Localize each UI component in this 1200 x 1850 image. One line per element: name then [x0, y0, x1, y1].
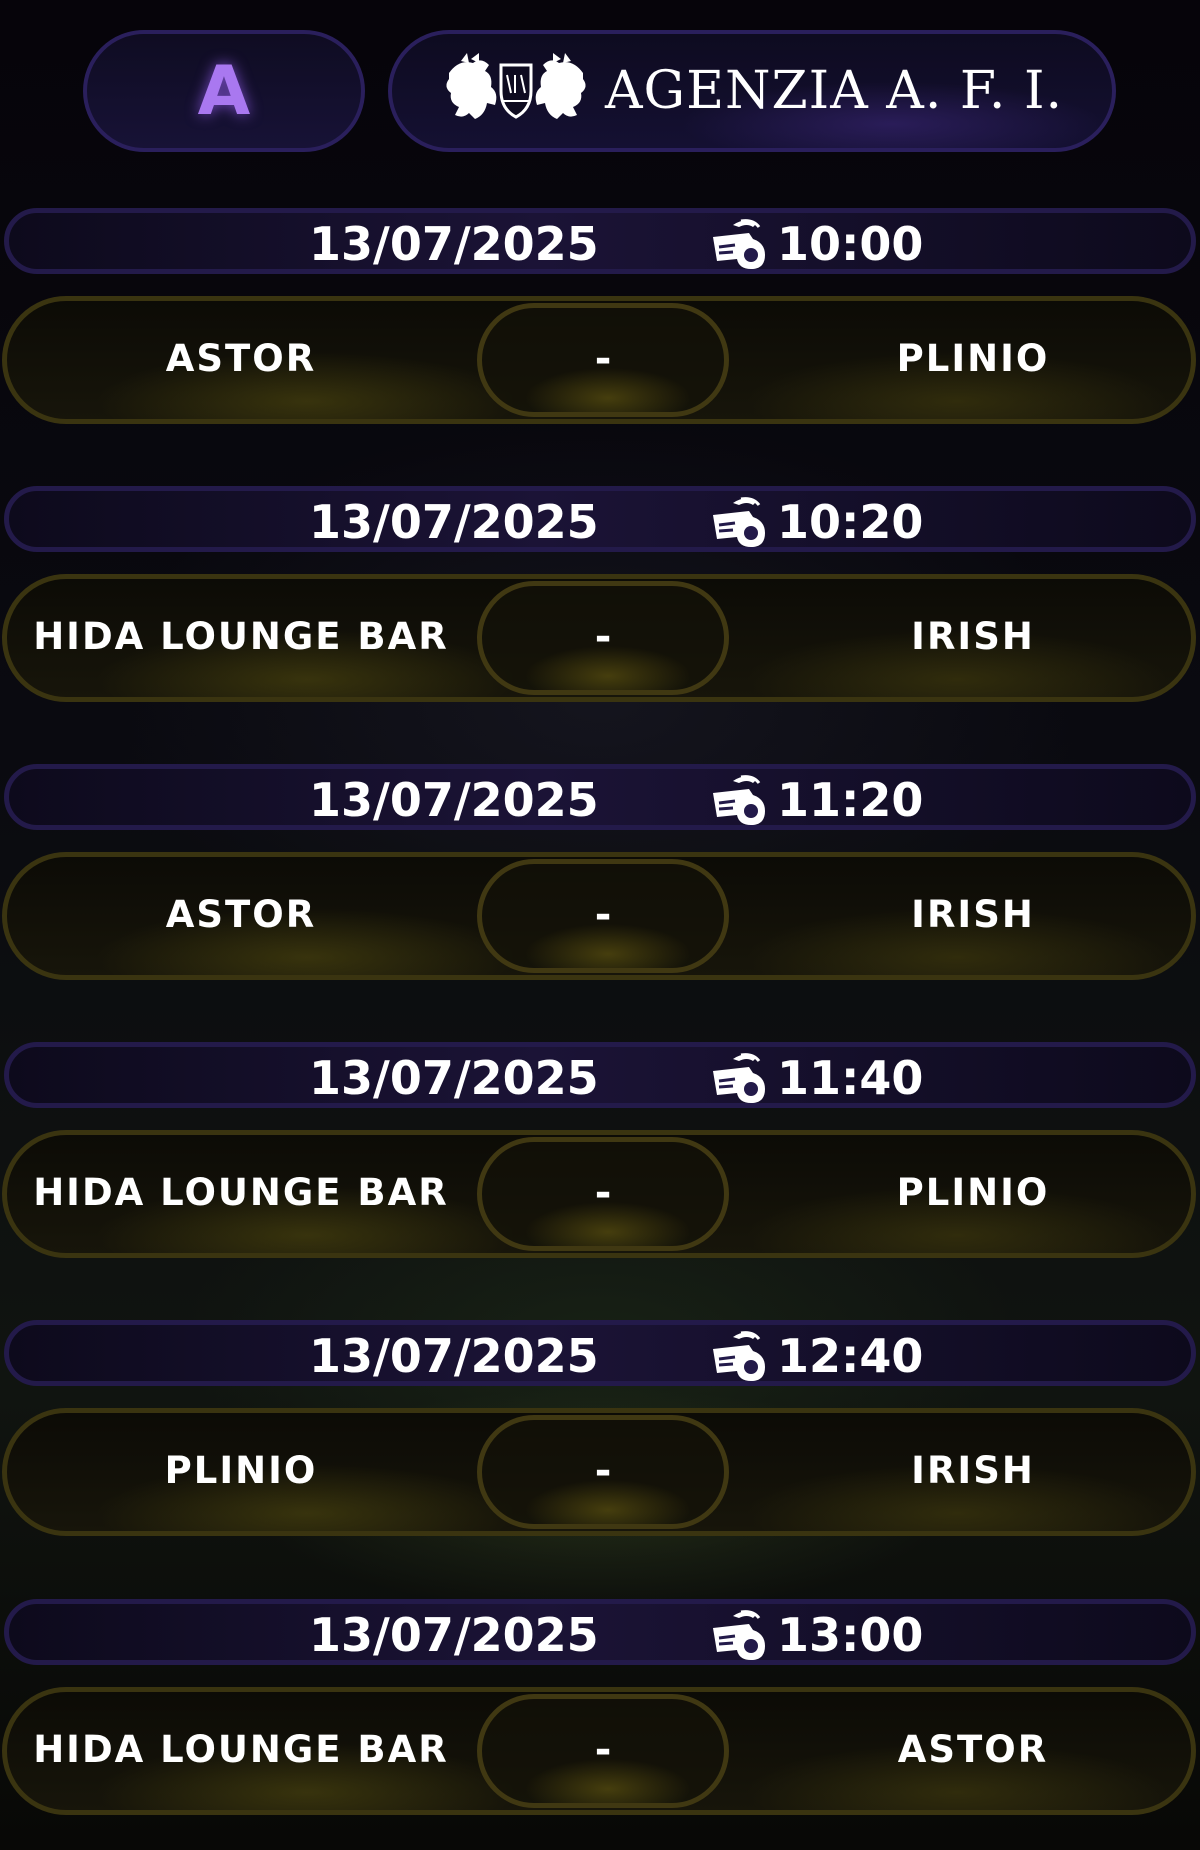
away-team: IRISH — [911, 1449, 1035, 1492]
home-team: ASTOR — [165, 893, 317, 936]
date-time-bar: 13/07/2025 10:20 — [4, 486, 1196, 552]
teams-bar: HIDA LOUNGE BAR - ASTOR — [2, 1687, 1196, 1815]
home-team: HIDA LOUNGE BAR — [33, 1728, 449, 1771]
whistle-icon — [713, 1610, 765, 1660]
whistle-icon — [713, 497, 765, 547]
date-time-bar: 13/07/2025 11:40 — [4, 1042, 1196, 1108]
whistle-icon — [713, 1331, 765, 1381]
home-team: HIDA LOUNGE BAR — [33, 1171, 449, 1214]
date-time-bar: 13/07/2025 11:20 — [4, 764, 1196, 830]
match-card: 13/07/2025 12:40 PLINIO - IRISH — [0, 1320, 1200, 1540]
match-date: 13/07/2025 — [309, 1329, 599, 1383]
away-team: IRISH — [911, 615, 1035, 658]
match-card: 13/07/2025 10:00 ASTOR - PLINIO — [0, 208, 1200, 428]
match-time: 11:40 — [777, 1051, 924, 1105]
score: - — [594, 1448, 612, 1494]
home-team: HIDA LOUNGE BAR — [33, 615, 449, 658]
header: A AGENZIA A. F. I. — [0, 28, 1200, 158]
date-time-bar: 13/07/2025 10:00 — [4, 208, 1196, 274]
match-time: 10:00 — [777, 217, 924, 271]
match-time: 12:40 — [777, 1329, 924, 1383]
match-card: 13/07/2025 13:00 HIDA LOUNGE BAR - ASTOR — [0, 1599, 1200, 1819]
score: - — [594, 892, 612, 938]
match-card: 13/07/2025 10:20 HIDA LOUNGE BAR - IRISH — [0, 486, 1200, 706]
away-team: PLINIO — [896, 337, 1050, 380]
score: - — [594, 614, 612, 660]
group-badge: A — [83, 30, 365, 152]
home-team: ASTOR — [165, 337, 317, 380]
teams-bar: PLINIO - IRISH — [2, 1408, 1196, 1536]
brand-banner: AGENZIA A. F. I. — [388, 30, 1116, 152]
match-time: 11:20 — [777, 773, 924, 827]
match-date: 13/07/2025 — [309, 1608, 599, 1662]
whistle-icon — [713, 219, 765, 269]
score: - — [594, 1170, 612, 1216]
teams-bar: ASTOR - PLINIO — [2, 296, 1196, 424]
teams-bar: HIDA LOUNGE BAR - PLINIO — [2, 1130, 1196, 1258]
whistle-icon — [713, 1053, 765, 1103]
teams-bar: HIDA LOUNGE BAR - IRISH — [2, 574, 1196, 702]
match-card: 13/07/2025 11:20 ASTOR - IRISH — [0, 764, 1200, 984]
group-letter: A — [197, 51, 251, 131]
teams-bar: ASTOR - IRISH — [2, 852, 1196, 980]
date-time-bar: 13/07/2025 13:00 — [4, 1599, 1196, 1665]
griffin-crest-icon — [446, 53, 586, 119]
brand-name: AGENZIA A. F. I. — [604, 61, 1064, 121]
match-date: 13/07/2025 — [309, 773, 599, 827]
match-date: 13/07/2025 — [309, 495, 599, 549]
away-team: PLINIO — [896, 1171, 1050, 1214]
match-date: 13/07/2025 — [309, 1051, 599, 1105]
away-team: IRISH — [911, 893, 1035, 936]
match-card: 13/07/2025 11:40 HIDA LOUNGE BAR - PLINI… — [0, 1042, 1200, 1262]
match-date: 13/07/2025 — [309, 217, 599, 271]
whistle-icon — [713, 775, 765, 825]
match-time: 10:20 — [777, 495, 924, 549]
score: - — [594, 336, 612, 382]
match-time: 13:00 — [777, 1608, 924, 1662]
date-time-bar: 13/07/2025 12:40 — [4, 1320, 1196, 1386]
score: - — [594, 1727, 612, 1773]
away-team: ASTOR — [897, 1728, 1049, 1771]
home-team: PLINIO — [164, 1449, 318, 1492]
